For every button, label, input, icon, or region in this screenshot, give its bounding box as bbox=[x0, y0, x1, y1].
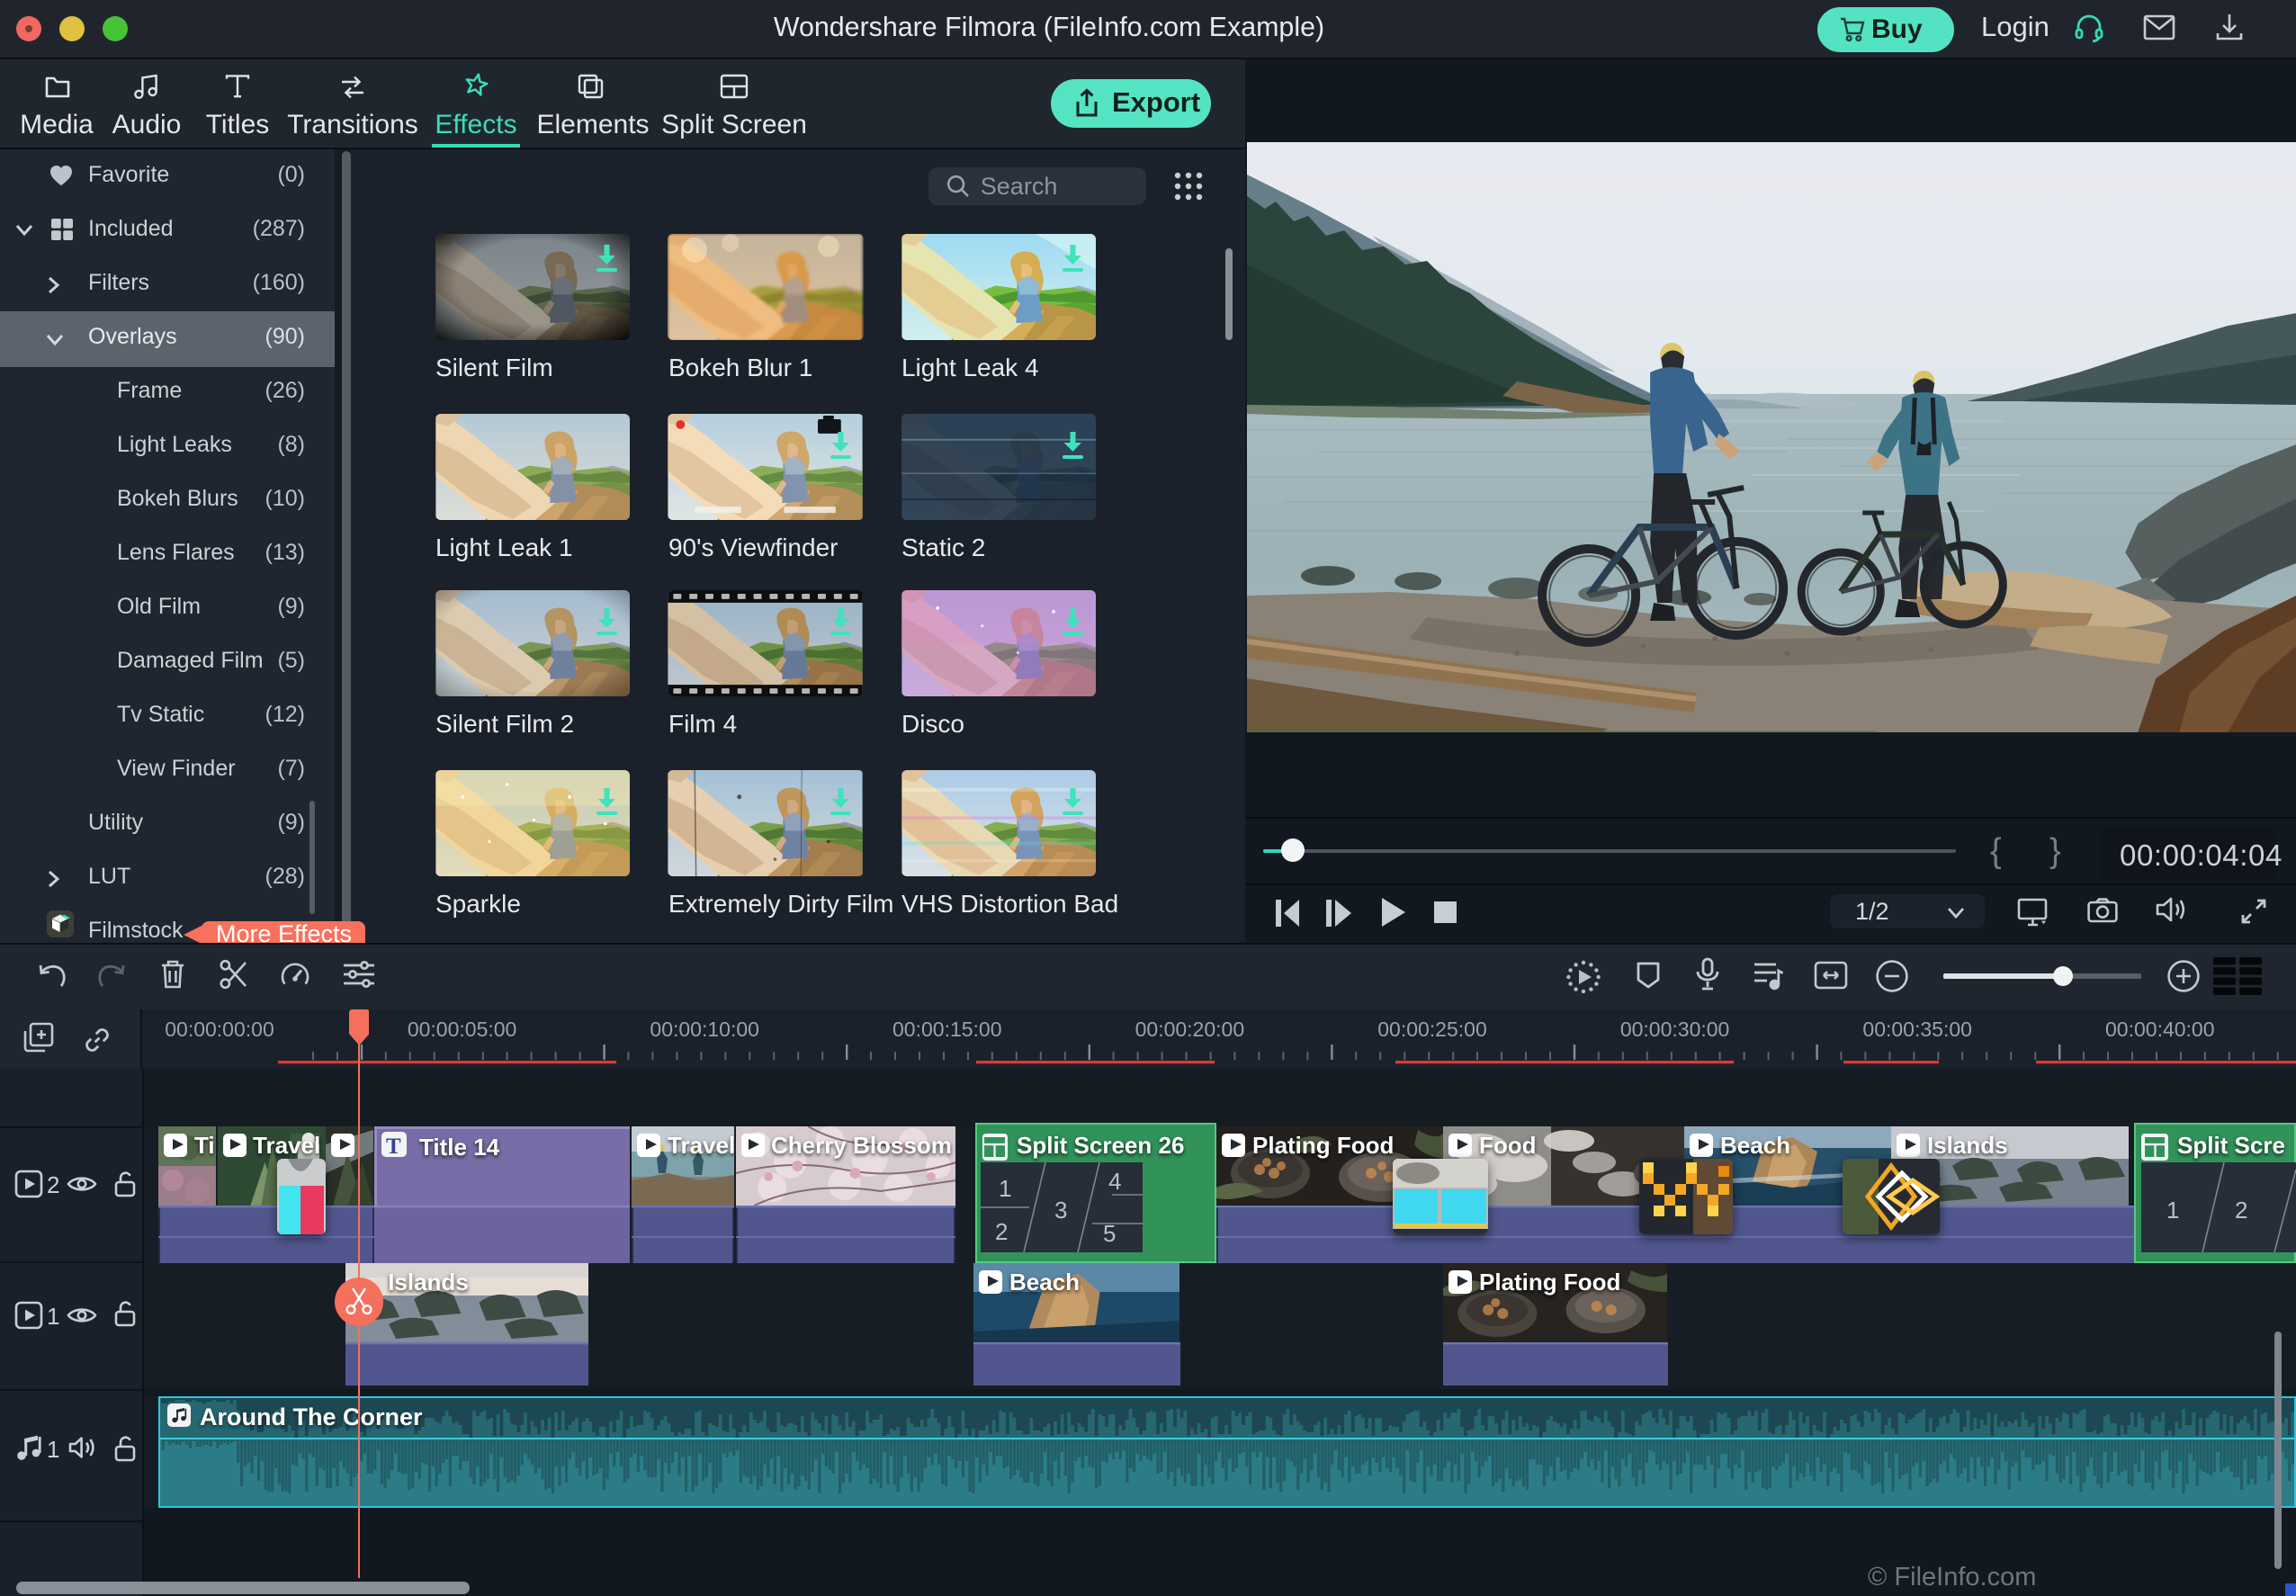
svg-text:1: 1 bbox=[999, 1175, 1011, 1202]
svg-text:5: 5 bbox=[1103, 1220, 1116, 1247]
svg-text:2: 2 bbox=[995, 1218, 1008, 1245]
svg-text:More Effects: More Effects bbox=[216, 920, 352, 942]
svg-text:4: 4 bbox=[1108, 1168, 1121, 1195]
svg-text:3: 3 bbox=[1054, 1197, 1067, 1224]
svg-text:2: 2 bbox=[2235, 1197, 2247, 1224]
svg-text:1: 1 bbox=[2166, 1197, 2179, 1224]
